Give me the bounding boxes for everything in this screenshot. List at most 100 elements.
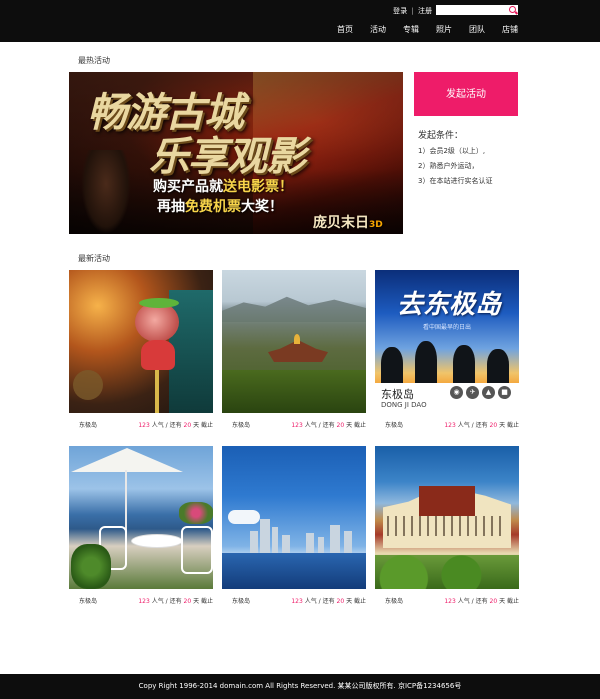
card-image-detail [222, 296, 366, 322]
card-image-detail [487, 349, 509, 383]
launch-activity-button[interactable]: 发起活动 [414, 72, 518, 116]
featured-card-subtitle: 看中国最早的日出 [423, 324, 472, 331]
condition-item: 2）熟悉户外运动， [418, 162, 479, 170]
search-box [436, 5, 518, 15]
search-icon[interactable] [509, 6, 516, 13]
card-stats: 123 人气 / 还有 20 天 截止 [444, 420, 519, 429]
days-label: 天 截止 [193, 598, 213, 605]
days-count: 20 [336, 598, 345, 605]
nav-item-store[interactable]: 店铺 [502, 24, 518, 35]
footer: Copy Right 1996-2014 domain.com All Righ… [0, 674, 600, 699]
nav-item-activity[interactable]: 活动 [370, 24, 386, 35]
banner-movie-name: 庞贝末日 [313, 215, 369, 231]
banner-couple-image [81, 150, 131, 234]
card-name[interactable]: 东极岛 [385, 596, 403, 605]
card-image-detail [141, 340, 175, 370]
card-image-detail [250, 531, 258, 553]
latest-section-title: 最新活动 [78, 254, 110, 263]
popularity-count: 123 [291, 422, 303, 429]
days-count: 20 [336, 422, 345, 429]
card-image-detail [282, 535, 290, 553]
card-image-detail [387, 516, 507, 536]
card-image-detail [71, 544, 111, 589]
card-image-detail [453, 345, 475, 383]
remaining-label: 还有 [169, 422, 182, 429]
register-link[interactable]: 注册 [418, 7, 432, 15]
hot-section-title: 最热活动 [78, 56, 110, 65]
car-icon[interactable]: ■ [498, 386, 511, 399]
search-input[interactable] [438, 5, 506, 15]
popularity-count: 123 [444, 422, 456, 429]
activity-card-image[interactable] [69, 270, 213, 413]
remaining-label: 还有 [169, 598, 182, 605]
nav-item-photos[interactable]: 照片 [436, 24, 452, 35]
banner-movie-title: 庞贝末日3D [313, 212, 383, 232]
card-image-detail [294, 334, 300, 344]
card-image-detail [228, 510, 260, 524]
banner-headline-2: 乐享观影 [149, 134, 306, 180]
card-image-detail [135, 302, 179, 342]
login-link[interactable]: 登录 [393, 7, 407, 15]
featured-card-caption: 东极岛 DONG JI DAO ◉ ✈ ▲ ■ [375, 383, 519, 413]
card-image-detail [169, 290, 213, 413]
activity-card-image[interactable] [222, 446, 366, 589]
card-image-detail [306, 533, 314, 553]
card-name[interactable]: 东极岛 [79, 596, 97, 605]
card-name[interactable]: 东极岛 [79, 420, 97, 429]
banner-promo-2b: 免费机票 [185, 199, 241, 215]
hot-banner[interactable]: 畅游古城 乐享观影 购买产品就送电影票！ 再抽免费机票大奖！ 庞贝末日3D [69, 72, 403, 234]
banner-promo-1a: 购买产品就 [153, 179, 223, 195]
card-stats: 123 人气 / 还有 20 天 截止 [444, 596, 519, 605]
card-image-detail [71, 448, 183, 472]
featured-card-title: 去东极岛 [397, 290, 502, 320]
footer-copyright: Copy Right 1996-2014 domain.com All Righ… [138, 682, 462, 690]
activity-card-image[interactable] [375, 446, 519, 589]
card-image-detail [272, 527, 278, 553]
card-name[interactable]: 东极岛 [385, 420, 403, 429]
popularity-count: 123 [138, 598, 150, 605]
card-image-detail [375, 555, 519, 589]
banner-movie-3d: 3D [369, 220, 383, 230]
card-stats: 123 人气 / 还有 20 天 截止 [291, 420, 366, 429]
activity-card-image[interactable] [222, 270, 366, 413]
remaining-label: 还有 [475, 422, 488, 429]
days-count: 20 [183, 598, 192, 605]
days-count: 20 [489, 422, 498, 429]
activity-card-image[interactable] [69, 446, 213, 589]
remaining-label: 还有 [475, 598, 488, 605]
days-label: 天 截止 [499, 598, 519, 605]
camera-icon[interactable]: ◉ [450, 386, 463, 399]
nav-item-album[interactable]: 专辑 [403, 24, 419, 35]
days-label: 天 截止 [346, 598, 366, 605]
shoe-icon[interactable]: ▲ [482, 386, 495, 399]
remaining-label: 还有 [322, 422, 335, 429]
banner-promo-2c: 大奖！ [241, 199, 283, 215]
card-stats: 123 人气 / 还有 20 天 截止 [138, 420, 213, 429]
card-image-detail [260, 519, 270, 553]
popularity-label: 人气 / [304, 598, 321, 605]
card-image-detail [419, 486, 475, 516]
card-name[interactable]: 东极岛 [232, 596, 250, 605]
banner-promo-2a: 再抽 [157, 199, 185, 215]
popularity-count: 123 [291, 598, 303, 605]
popularity-label: 人气 / [151, 598, 168, 605]
card-image-detail [318, 537, 324, 553]
popularity-count: 123 [444, 598, 456, 605]
nav-item-home[interactable]: 首页 [337, 24, 353, 35]
account-links: 登录 | 注册 [393, 6, 432, 16]
days-count: 20 [489, 598, 498, 605]
popularity-label: 人气 / [151, 422, 168, 429]
card-image-detail [181, 526, 213, 574]
featured-card-pinyin: DONG JI DAO [381, 401, 427, 409]
card-name[interactable]: 东极岛 [232, 420, 250, 429]
card-image-detail [222, 370, 366, 413]
banner-promo-1b: 送电影票！ [223, 179, 293, 195]
nav-item-team[interactable]: 团队 [469, 24, 485, 35]
popularity-count: 123 [138, 422, 150, 429]
share-icon[interactable]: ✈ [466, 386, 479, 399]
activity-card-image-featured[interactable]: 去东极岛 看中国最早的日出 东极岛 DONG JI DAO ◉ ✈ ▲ ■ [375, 270, 519, 413]
featured-card-name: 东极岛 [381, 388, 414, 401]
condition-item: 3）在本站进行实名认证 [418, 177, 493, 185]
card-image-detail [155, 370, 159, 413]
card-image-detail [381, 347, 403, 383]
